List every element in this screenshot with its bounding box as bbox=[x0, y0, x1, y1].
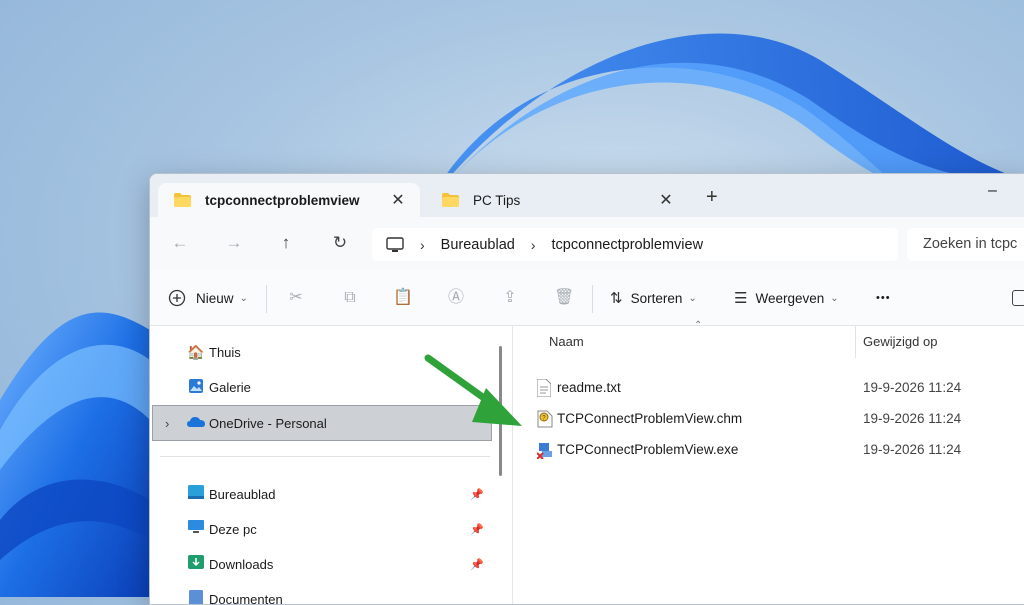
home-icon: 🏠 bbox=[187, 343, 205, 361]
view-list-icon: ☰ bbox=[734, 289, 747, 307]
paste-icon[interactable]: 📋 bbox=[393, 288, 413, 308]
nav-item-galerie[interactable]: Galerie bbox=[150, 370, 490, 404]
nav-item-label: Thuis bbox=[209, 345, 241, 360]
file-explorer-window: tcpconnectproblemview ✕ PC Tips ✕ + – ← … bbox=[149, 173, 1024, 605]
nav-item-bureaublad[interactable]: Bureaublad 📌 bbox=[150, 477, 490, 511]
column-divider[interactable] bbox=[855, 326, 856, 358]
view-button[interactable]: ☰ Weergeven ⌄ bbox=[734, 271, 839, 325]
desktop-icon bbox=[187, 485, 205, 503]
nav-item-label: Downloads bbox=[209, 557, 273, 572]
new-button-label: Nieuw bbox=[196, 291, 234, 306]
nav-item-deze-pc[interactable]: Deze pc 📌 bbox=[150, 512, 490, 546]
file-modified: 19-9-2026 11:24 bbox=[863, 411, 961, 426]
close-tab-icon[interactable]: ✕ bbox=[386, 190, 410, 210]
more-options-button[interactable]: ••• bbox=[876, 271, 891, 325]
sort-button[interactable]: ⇅ Sorteren ⌄ bbox=[610, 271, 697, 325]
rename-icon[interactable]: Ⓐ bbox=[446, 288, 466, 308]
forward-arrow-icon[interactable]: → bbox=[222, 231, 246, 255]
delete-icon[interactable]: 🗑 bbox=[554, 288, 574, 308]
view-button-label: Weergeven bbox=[755, 291, 824, 306]
downloads-folder-icon bbox=[187, 555, 205, 573]
breadcrumb-current-folder[interactable]: tcpconnectproblemview bbox=[552, 237, 704, 253]
column-header-modified[interactable]: Gewijzigd op bbox=[863, 326, 937, 358]
nav-item-label: OneDrive - Personal bbox=[209, 416, 327, 431]
navigation-pane-scrollbar[interactable] bbox=[499, 346, 502, 476]
tab-bar: tcpconnectproblemview ✕ PC Tips ✕ + – bbox=[150, 174, 1024, 217]
exe-file-icon bbox=[537, 441, 553, 459]
navigation-pane: 🏠 Thuis Galerie › OneDrive - Personal Bu… bbox=[150, 326, 512, 605]
gallery-icon bbox=[187, 378, 205, 396]
search-input[interactable]: Zoeken in tcpc bbox=[907, 228, 1024, 261]
file-name: TCPConnectProblemView.chm bbox=[557, 411, 742, 426]
cut-icon[interactable]: ✂ bbox=[286, 288, 306, 308]
details-pane-icon[interactable] bbox=[1012, 290, 1024, 306]
documents-icon bbox=[187, 590, 205, 605]
folder-icon bbox=[174, 193, 191, 207]
breadcrumb-bureaublad[interactable]: Bureaublad bbox=[441, 237, 515, 253]
new-tab-button[interactable]: + bbox=[706, 186, 718, 209]
tab-label: tcpconnectproblemview bbox=[205, 193, 386, 208]
file-modified: 19-9-2026 11:24 bbox=[863, 380, 961, 395]
nav-item-downloads[interactable]: Downloads 📌 bbox=[150, 547, 490, 581]
breadcrumb-separator: › bbox=[531, 237, 536, 253]
pin-icon: 📌 bbox=[470, 523, 484, 536]
tab-pc-tips[interactable]: PC Tips ✕ bbox=[426, 183, 688, 217]
sort-icon: ⇅ bbox=[610, 289, 623, 307]
column-header-name[interactable]: Naam bbox=[549, 326, 584, 358]
toolbar-divider bbox=[266, 285, 267, 313]
pc-icon bbox=[187, 520, 205, 538]
sort-ascending-icon: ⌃ bbox=[694, 320, 702, 331]
text-file-icon bbox=[537, 379, 553, 397]
nav-item-label: Bureaublad bbox=[209, 487, 276, 502]
share-icon[interactable]: ⇪ bbox=[500, 288, 520, 308]
nav-item-documenten[interactable]: Documenten bbox=[150, 582, 490, 605]
tab-label: PC Tips bbox=[473, 193, 654, 208]
folder-icon bbox=[442, 193, 459, 207]
nav-item-label: Documenten bbox=[209, 592, 283, 605]
command-bar: Nieuw ⌄ ✂ ⧉ 📋 Ⓐ ⇪ 🗑 ⇅ Sorteren ⌄ ☰ Weerg… bbox=[150, 271, 1024, 326]
nav-item-thuis[interactable]: 🏠 Thuis bbox=[150, 335, 490, 369]
refresh-icon[interactable]: ↻ bbox=[328, 231, 352, 255]
file-list: ⌃ Naam Gewijzigd op readme.txt 19-9-2026… bbox=[513, 326, 1024, 605]
chevron-down-icon: ⌄ bbox=[688, 293, 696, 304]
breadcrumb-separator: › bbox=[420, 237, 425, 253]
new-button[interactable]: Nieuw ⌄ bbox=[168, 271, 248, 325]
sort-button-label: Sorteren bbox=[631, 291, 683, 306]
navigation-bar: ← → ↑ ↻ › Bureaublad › tcpconnectproblem… bbox=[150, 217, 1024, 271]
chm-file-icon: ? bbox=[537, 410, 553, 428]
address-bar[interactable]: › Bureaublad › tcpconnectproblemview bbox=[372, 228, 898, 261]
copy-icon[interactable]: ⧉ bbox=[340, 288, 360, 308]
chevron-down-icon: ⌄ bbox=[240, 293, 248, 304]
tab-tcpconnectproblemview[interactable]: tcpconnectproblemview ✕ bbox=[158, 183, 420, 217]
expand-chevron-icon[interactable]: › bbox=[165, 416, 179, 431]
nav-item-label: Galerie bbox=[209, 380, 251, 395]
plus-circle-icon bbox=[168, 289, 186, 307]
back-arrow-icon[interactable]: ← bbox=[168, 231, 192, 255]
pin-icon: 📌 bbox=[470, 488, 484, 501]
pin-icon: 📌 bbox=[470, 558, 484, 571]
file-name: TCPConnectProblemView.exe bbox=[557, 442, 738, 457]
file-row[interactable]: TCPConnectProblemView.exe 19-9-2026 11:2… bbox=[513, 434, 1024, 465]
onedrive-icon bbox=[187, 414, 205, 432]
file-modified: 19-9-2026 11:24 bbox=[863, 442, 961, 457]
computer-icon bbox=[386, 237, 404, 253]
minimize-button[interactable]: – bbox=[988, 182, 997, 200]
close-tab-icon[interactable]: ✕ bbox=[654, 190, 678, 210]
up-arrow-icon[interactable]: ↑ bbox=[274, 231, 298, 255]
file-name: readme.txt bbox=[557, 380, 621, 395]
file-row[interactable]: ? TCPConnectProblemView.chm 19-9-2026 11… bbox=[513, 403, 1024, 434]
nav-item-onedrive[interactable]: › OneDrive - Personal bbox=[152, 405, 492, 441]
toolbar-divider bbox=[592, 285, 593, 313]
chevron-down-icon: ⌄ bbox=[830, 293, 838, 304]
file-row[interactable]: readme.txt 19-9-2026 11:24 bbox=[513, 372, 1024, 403]
nav-divider bbox=[160, 456, 490, 457]
nav-item-label: Deze pc bbox=[209, 522, 257, 537]
